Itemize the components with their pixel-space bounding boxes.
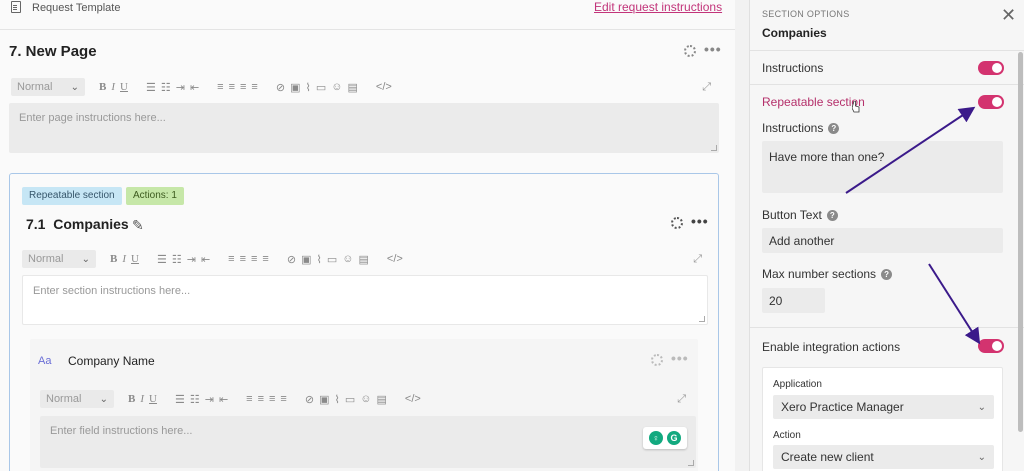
annotation-arrows-overlay <box>845 106 981 345</box>
pointer-cursor-icon <box>852 101 860 113</box>
arrow-to-integration-toggle <box>928 263 981 345</box>
arrow-to-repeatable-toggle <box>845 106 976 194</box>
